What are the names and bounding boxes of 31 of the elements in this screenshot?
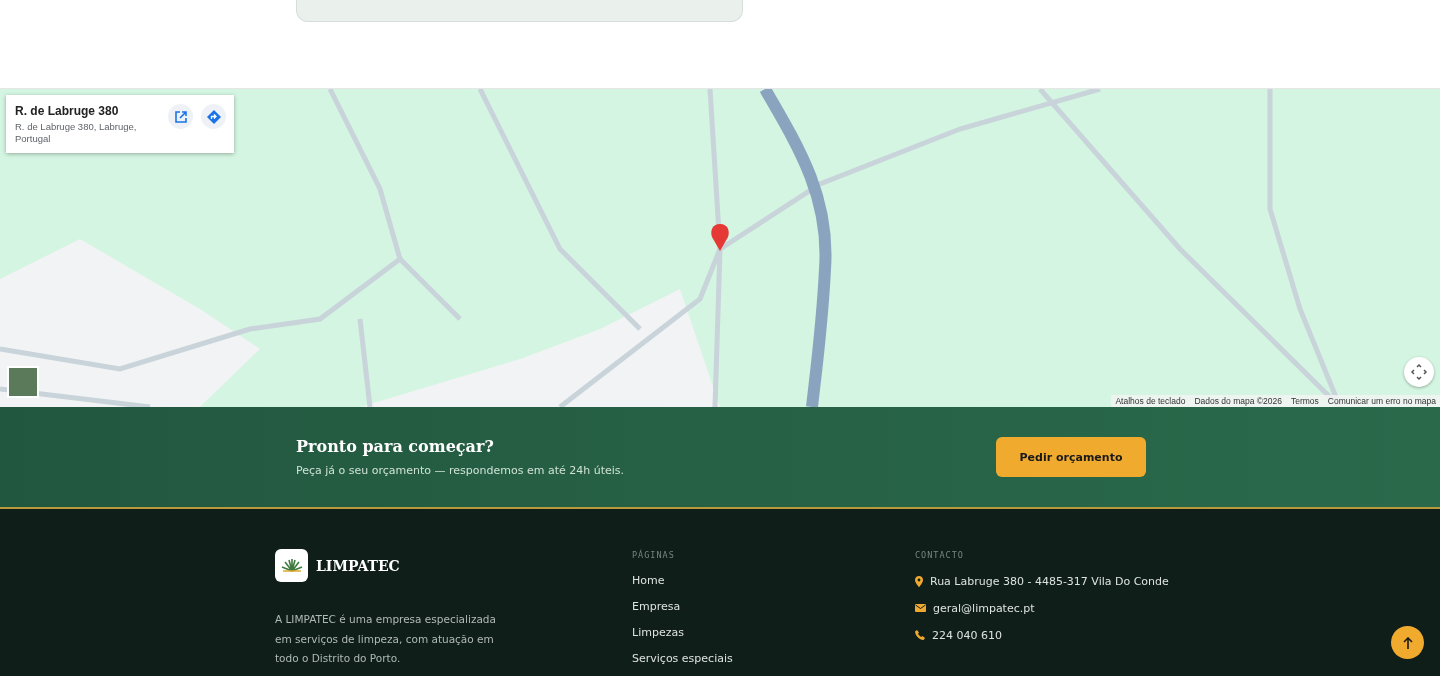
directions-icon xyxy=(205,108,222,125)
map-attribution-link[interactable]: Termos xyxy=(1290,396,1319,406)
footer-nav-link[interactable]: Serviços especiais xyxy=(632,652,915,665)
footer-nav-link[interactable]: Empresa xyxy=(632,600,915,613)
contact-text: Rua Labruge 380 - 4485-317 Vila Do Conde xyxy=(930,574,1169,588)
location-pin-icon xyxy=(915,575,923,587)
contact-heading: CONTACTO xyxy=(915,550,965,560)
logo-icon xyxy=(275,549,308,582)
footer-nav-link[interactable]: Home xyxy=(632,574,915,587)
footer-nav-link[interactable]: Limpezas xyxy=(632,626,915,639)
pan-arrows-icon xyxy=(1410,363,1428,381)
map-attribution-link[interactable]: Atalhos de teclado xyxy=(1115,396,1186,406)
quote-button[interactable]: Pedir orçamento xyxy=(996,437,1146,477)
cta-title: Pronto para começar? xyxy=(296,437,495,456)
envelope-icon xyxy=(915,604,926,612)
phone-icon xyxy=(915,630,925,640)
company-description: A LIMPATEC é uma empresa especializada em serviços de limpeza, com atuação em todo o Distrito do Porto. xyxy=(275,612,497,666)
pages-heading: PÁGINAS xyxy=(632,550,676,560)
cta-text: Peça já o seu orçamento — respondemos em até 24h úteis. xyxy=(296,464,625,477)
external-link-icon xyxy=(173,109,188,124)
map-attribution-link[interactable]: Dados do mapa ©2026 xyxy=(1194,396,1282,406)
scroll-to-top-button[interactable] xyxy=(1391,626,1424,659)
place-address: R. de Labruge 380, Labruge, Portugal xyxy=(15,121,138,145)
directions-button[interactable] xyxy=(201,104,226,129)
contact-text: 224 040 610 xyxy=(932,628,1002,642)
contact-text: geral@limpatec.pt xyxy=(933,601,1035,615)
open-external-button[interactable] xyxy=(168,104,193,129)
brand-name: LIMPATEC xyxy=(316,557,400,574)
map-attribution-link[interactable]: Comunicar um erro no mapa xyxy=(1327,396,1436,406)
place-title: R. de Labruge 380 xyxy=(15,104,120,118)
arrow-up-icon xyxy=(1402,636,1413,649)
